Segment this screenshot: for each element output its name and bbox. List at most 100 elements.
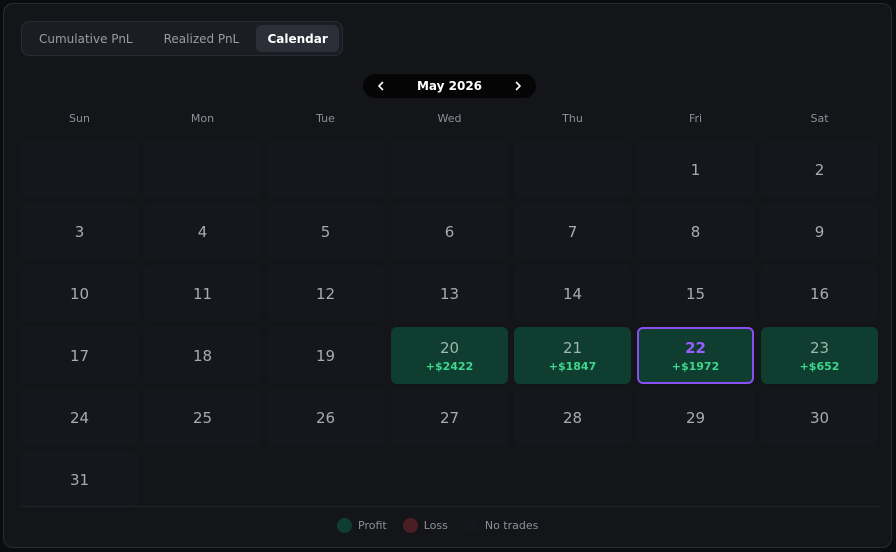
calendar-day-cell[interactable]: 26 — [267, 389, 384, 446]
chevron-left-icon[interactable] — [373, 78, 389, 94]
day-number: 30 — [809, 408, 830, 427]
tab-cumulative-pnl[interactable]: Cumulative PnL — [25, 25, 147, 52]
calendar-day-cell[interactable]: 5 — [267, 203, 384, 260]
weekday-header: Sun Mon Tue Wed Thu Fri Sat — [21, 112, 880, 130]
legend-label: No trades — [484, 518, 539, 532]
day-number: 4 — [197, 222, 208, 241]
day-number: 25 — [192, 408, 213, 427]
calendar-day-cell[interactable]: 20 +$2422 — [391, 327, 508, 384]
calendar-day-cell[interactable]: 21 +$1847 — [514, 327, 631, 384]
day-pnl: +$1972 — [671, 359, 720, 373]
calendar-day-cell[interactable]: 9 — [761, 203, 878, 260]
calendar-blank-cell — [514, 451, 631, 508]
calendar-grid: 1 2 3 4 5 6 7 8 9 10 11 12 13 14 15 16 17 18 19 20 +$2422 21 +… — [21, 141, 880, 508]
legend-label: Loss — [423, 518, 448, 532]
day-number: 12 — [315, 284, 336, 303]
weekday-label: Thu — [562, 112, 583, 125]
calendar-day-cell[interactable]: 1 — [637, 141, 754, 198]
calendar-blank-cell — [637, 451, 754, 508]
month-navigator: May 2026 — [363, 74, 536, 98]
loss-swatch-icon — [402, 517, 418, 533]
calendar-day-cell[interactable]: 7 — [514, 203, 631, 260]
divider — [21, 506, 880, 507]
calendar-day-cell[interactable]: 29 — [637, 389, 754, 446]
calendar-day-cell[interactable]: 2 — [761, 141, 878, 198]
day-number: 28 — [562, 408, 583, 427]
legend-item-loss: Loss — [402, 517, 448, 533]
calendar-day-cell[interactable]: 18 — [144, 327, 261, 384]
legend: Profit Loss No trades — [337, 516, 554, 534]
calendar-day-cell[interactable]: 13 — [391, 265, 508, 322]
calendar-blank-cell — [21, 141, 138, 198]
view-tabs: Cumulative PnL Realized PnL Calendar — [21, 21, 343, 56]
calendar-day-cell[interactable]: 23 +$652 — [761, 327, 878, 384]
day-number: 23 — [809, 338, 830, 357]
day-number: 19 — [315, 346, 336, 365]
day-number: 22 — [685, 338, 706, 357]
day-pnl: +$652 — [799, 359, 840, 373]
calendar-day-cell[interactable]: 11 — [144, 265, 261, 322]
calendar-blank-cell — [144, 451, 261, 508]
calendar-day-cell[interactable]: 10 — [21, 265, 138, 322]
pnl-panel: Cumulative PnL Realized PnL Calendar May… — [3, 3, 892, 548]
day-number: 13 — [439, 284, 460, 303]
calendar-blank-cell — [267, 451, 384, 508]
calendar-day-cell[interactable]: 3 — [21, 203, 138, 260]
calendar-day-cell[interactable]: 15 — [637, 265, 754, 322]
calendar-day-cell[interactable]: 16 — [761, 265, 878, 322]
calendar-blank-cell — [761, 451, 878, 508]
calendar-blank-cell — [144, 141, 261, 198]
calendar-day-cell[interactable]: 25 — [144, 389, 261, 446]
calendar-blank-cell — [391, 451, 508, 508]
calendar-day-cell[interactable]: 12 — [267, 265, 384, 322]
day-number: 9 — [814, 222, 825, 241]
day-number: 26 — [315, 408, 336, 427]
calendar-day-cell[interactable]: 22 +$1972 — [637, 327, 754, 384]
weekday-label: Sun — [69, 112, 90, 125]
calendar-blank-cell — [267, 141, 384, 198]
calendar-day-cell[interactable]: 4 — [144, 203, 261, 260]
calendar-day-cell[interactable]: 27 — [391, 389, 508, 446]
day-number: 2 — [814, 160, 825, 179]
chevron-right-icon[interactable] — [510, 78, 526, 94]
profit-swatch-icon — [337, 517, 352, 533]
weekday-label: Wed — [437, 112, 462, 125]
day-pnl: +$2422 — [425, 359, 474, 373]
calendar-day-cell[interactable]: 14 — [514, 265, 631, 322]
calendar-day-cell[interactable]: 17 — [21, 327, 138, 384]
day-number: 15 — [685, 284, 706, 303]
day-number: 7 — [567, 222, 578, 241]
day-number: 17 — [69, 346, 90, 365]
legend-item-profit: Profit — [337, 517, 387, 533]
day-number: 24 — [69, 408, 90, 427]
calendar-day-cell[interactable]: 30 — [761, 389, 878, 446]
calendar-day-cell[interactable]: 8 — [637, 203, 754, 260]
day-number: 10 — [69, 284, 90, 303]
tab-realized-pnl[interactable]: Realized PnL — [147, 25, 257, 52]
tab-calendar[interactable]: Calendar — [256, 25, 339, 52]
weekday-label: Tue — [316, 112, 335, 125]
calendar-day-cell[interactable]: 6 — [391, 203, 508, 260]
calendar-blank-cell — [391, 141, 508, 198]
day-number: 18 — [192, 346, 213, 365]
weekday-label: Fri — [688, 112, 703, 125]
day-number: 21 — [562, 338, 583, 357]
day-number: 27 — [439, 408, 460, 427]
month-label: May 2026 — [416, 79, 483, 93]
weekday-label: Mon — [190, 112, 215, 125]
day-number: 20 — [439, 338, 460, 357]
legend-label: Profit — [358, 518, 387, 532]
day-number: 8 — [690, 222, 701, 241]
calendar-day-cell[interactable]: 28 — [514, 389, 631, 446]
calendar-day-cell[interactable]: 31 — [21, 451, 138, 508]
day-number: 1 — [690, 160, 701, 179]
day-number: 3 — [74, 222, 85, 241]
calendar-day-cell[interactable]: 24 — [21, 389, 138, 446]
weekday-label: Sat — [810, 112, 829, 125]
day-number: 16 — [809, 284, 830, 303]
calendar-blank-cell — [514, 141, 631, 198]
day-number: 14 — [562, 284, 583, 303]
calendar-day-cell[interactable]: 19 — [267, 327, 384, 384]
legend-item-no-trades: No trades — [463, 517, 539, 533]
no-trades-swatch-icon — [463, 517, 479, 533]
